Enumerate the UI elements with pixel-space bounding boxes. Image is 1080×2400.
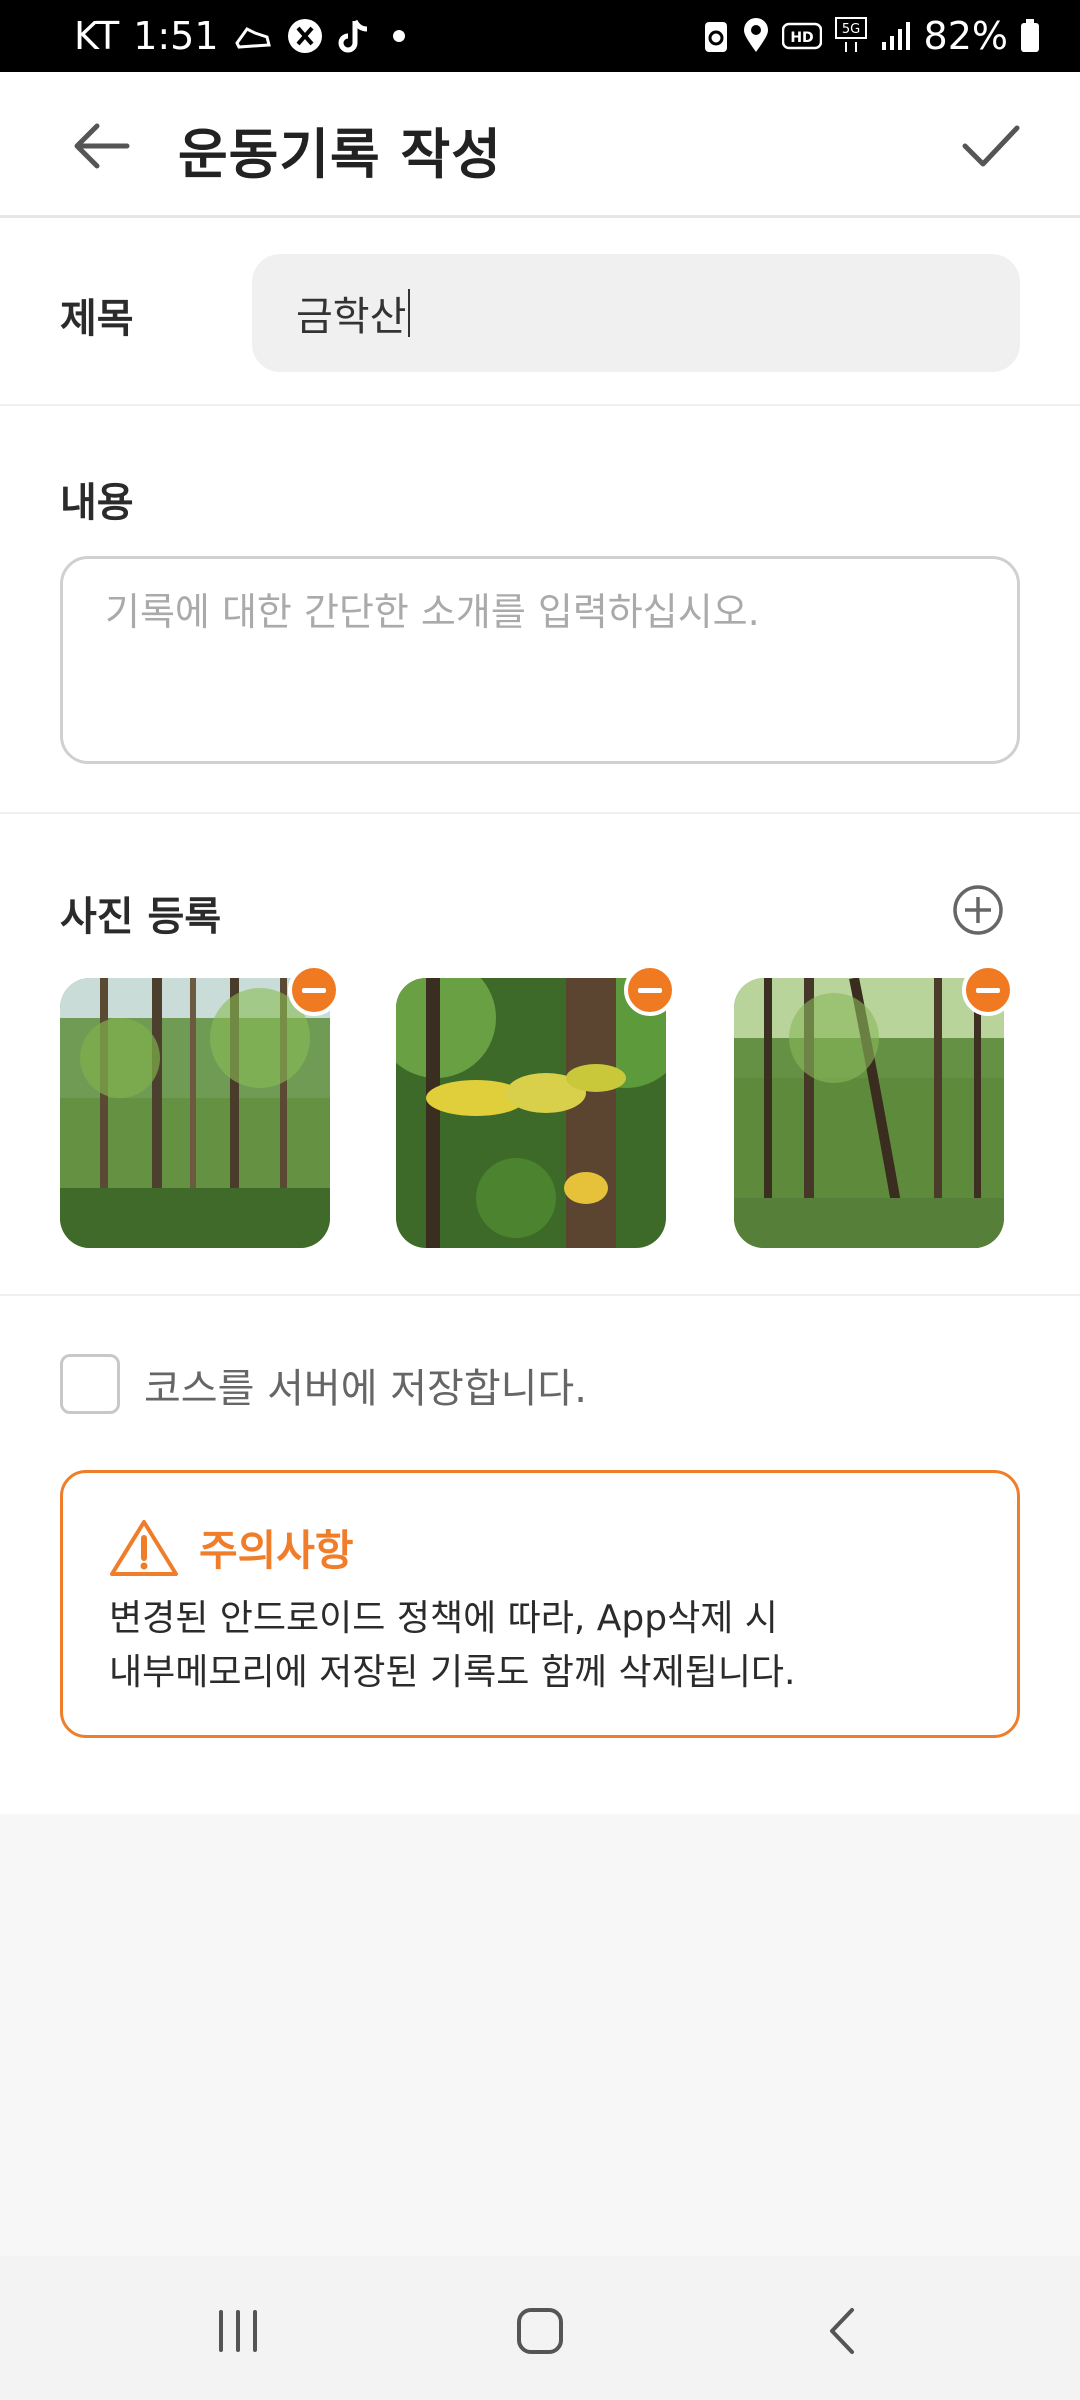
recents-button[interactable] bbox=[198, 2296, 278, 2366]
save-course-checkbox[interactable] bbox=[60, 1354, 120, 1414]
shoe-icon bbox=[233, 19, 273, 53]
notice-title: 주의사항 bbox=[199, 1526, 354, 1575]
battery-percent: 82% bbox=[923, 14, 1008, 58]
divider bbox=[0, 1294, 1080, 1296]
title-value: 금학산 bbox=[296, 294, 407, 340]
photo-thumbnail-1[interactable] bbox=[60, 978, 330, 1248]
forest-photo-image bbox=[734, 978, 1004, 1248]
x-app-icon bbox=[287, 18, 323, 54]
notification-dot-icon bbox=[392, 30, 405, 42]
5g-icon: 5G bbox=[834, 16, 868, 56]
arrow-left-icon bbox=[74, 123, 130, 169]
carrier-label: KT bbox=[74, 14, 120, 58]
content-placeholder: 기록에 대한 간단한 소개를 입력하십시오. bbox=[105, 590, 760, 634]
content-textarea[interactable]: 기록에 대한 간단한 소개를 입력하십시오. bbox=[60, 556, 1020, 764]
notice-text-line-1: 변경된 안드로이드 정책에 따라, App삭제 시 bbox=[109, 1598, 778, 1639]
system-nav-bar bbox=[0, 2256, 1080, 2400]
notice-box: 주의사항 변경된 안드로이드 정책에 따라, App삭제 시 내부메모리에 저장… bbox=[60, 1470, 1020, 1738]
plus-circle-icon bbox=[953, 885, 1003, 935]
home-button[interactable] bbox=[500, 2296, 580, 2366]
divider bbox=[0, 812, 1080, 814]
nav-back-button[interactable] bbox=[802, 2296, 882, 2366]
remove-photo-button-3[interactable] bbox=[962, 964, 1014, 1016]
tiktok-icon bbox=[337, 17, 371, 55]
recents-icon bbox=[219, 2310, 257, 2352]
remove-photo-button-2[interactable] bbox=[624, 964, 676, 1016]
back-button[interactable] bbox=[66, 116, 136, 176]
home-icon bbox=[517, 2308, 563, 2354]
forest-photo-image bbox=[60, 978, 330, 1248]
back-icon bbox=[830, 2308, 854, 2354]
battery-icon bbox=[1020, 19, 1040, 53]
content-label: 내용 bbox=[60, 480, 134, 526]
title-label: 제목 bbox=[60, 296, 134, 342]
clock: 1:51 bbox=[133, 14, 219, 58]
remove-photo-button-1[interactable] bbox=[288, 964, 340, 1016]
app-bar: 운동기록 작성 bbox=[0, 72, 1080, 218]
confirm-button[interactable] bbox=[956, 112, 1026, 178]
photos-label: 사진 등록 bbox=[60, 894, 222, 940]
page-title: 운동기록 작성 bbox=[178, 123, 502, 186]
notice-text-line-2: 내부메모리에 저장된 기록도 함께 삭제됩니다. bbox=[109, 1652, 796, 1693]
svg-text:HD: HD bbox=[790, 30, 813, 46]
recycle-icon bbox=[702, 18, 730, 54]
photo-thumbnail-2[interactable] bbox=[396, 978, 666, 1248]
svg-text:5G: 5G bbox=[841, 22, 859, 37]
forest-photo-image bbox=[396, 978, 666, 1248]
add-photo-button[interactable] bbox=[952, 884, 1004, 936]
text-caret bbox=[408, 289, 411, 337]
photo-thumbnail-3[interactable] bbox=[734, 978, 1004, 1248]
signal-icon bbox=[880, 20, 912, 52]
checkmark-icon bbox=[962, 125, 1020, 167]
location-icon bbox=[742, 18, 770, 54]
title-input[interactable]: 금학산 bbox=[252, 254, 1020, 372]
warning-icon bbox=[110, 1519, 178, 1576]
status-bar: KT 1:51 HD 5G 82% bbox=[0, 0, 1080, 72]
save-course-label[interactable]: 코스를 서버에 저장합니다. bbox=[144, 1356, 587, 1414]
divider bbox=[0, 404, 1080, 406]
empty-area bbox=[0, 1814, 1080, 2256]
hd-icon: HD bbox=[781, 21, 822, 51]
